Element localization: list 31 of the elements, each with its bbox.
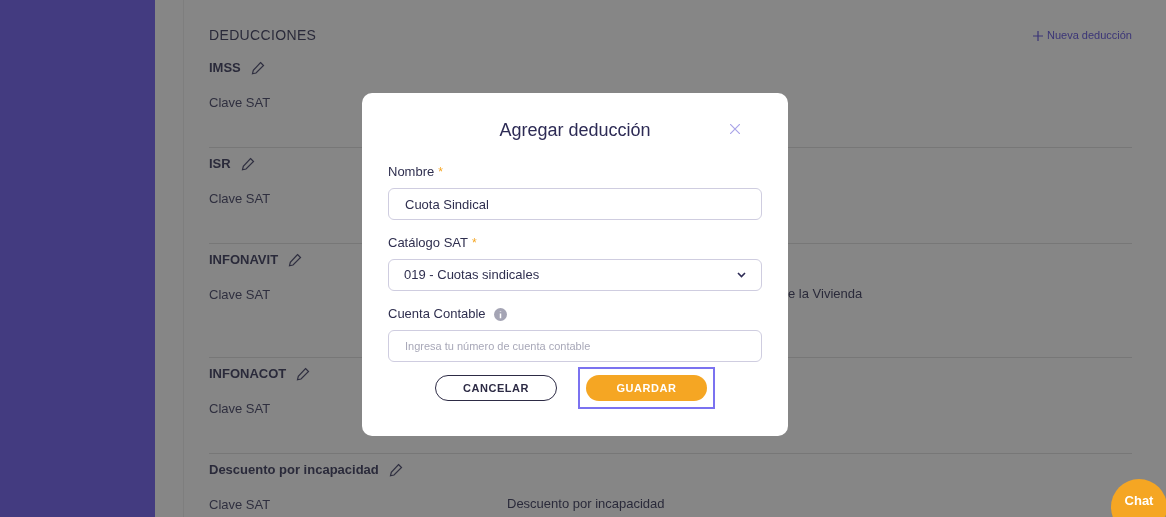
section-title: DEDUCCIONES <box>209 26 317 45</box>
dialog-title: Agregar deducción <box>499 119 651 142</box>
pencil-icon[interactable] <box>240 157 255 171</box>
deduction-name: IMSS <box>209 59 241 78</box>
field-value: e la Vivienda <box>788 285 863 304</box>
field-label: Catálogo SAT <box>388 234 468 253</box>
input-field[interactable]: Ingresa tu número de cuenta contable <box>388 330 762 362</box>
field-label: Nombre <box>388 163 435 182</box>
required-asterisk: * <box>471 235 477 252</box>
sat-catalog-select[interactable]: 019 - Cuotas sindicales <box>388 259 762 291</box>
field-label: Clave SAT <box>209 401 271 416</box>
pencil-icon[interactable] <box>288 253 303 267</box>
close-icon[interactable] <box>730 124 740 134</box>
pencil-icon[interactable] <box>388 463 403 477</box>
deduction-name: ISR <box>209 155 231 174</box>
pencil-icon[interactable] <box>250 61 265 75</box>
plus-icon <box>1033 30 1043 41</box>
field-label: Clave SAT <box>209 191 271 206</box>
deduction-name: INFONACOT <box>209 365 287 384</box>
required-asterisk: * <box>438 164 443 181</box>
input-field[interactable]: Cuota Sindical <box>388 188 762 220</box>
pencil-icon[interactable] <box>296 367 311 381</box>
deduction-name: Descuento por incapacidad <box>209 461 379 480</box>
field-label: Cuenta Contable <box>388 305 486 324</box>
chevron-down-icon <box>737 272 746 278</box>
field-label: Clave SAT <box>209 287 271 302</box>
info-icon[interactable] <box>493 307 507 321</box>
field-label: Clave SAT <box>209 95 271 110</box>
deduction-name: INFONAVIT <box>209 251 279 270</box>
field-label: Clave SAT <box>209 497 271 512</box>
field-value: Descuento por incapacidad <box>507 495 665 514</box>
